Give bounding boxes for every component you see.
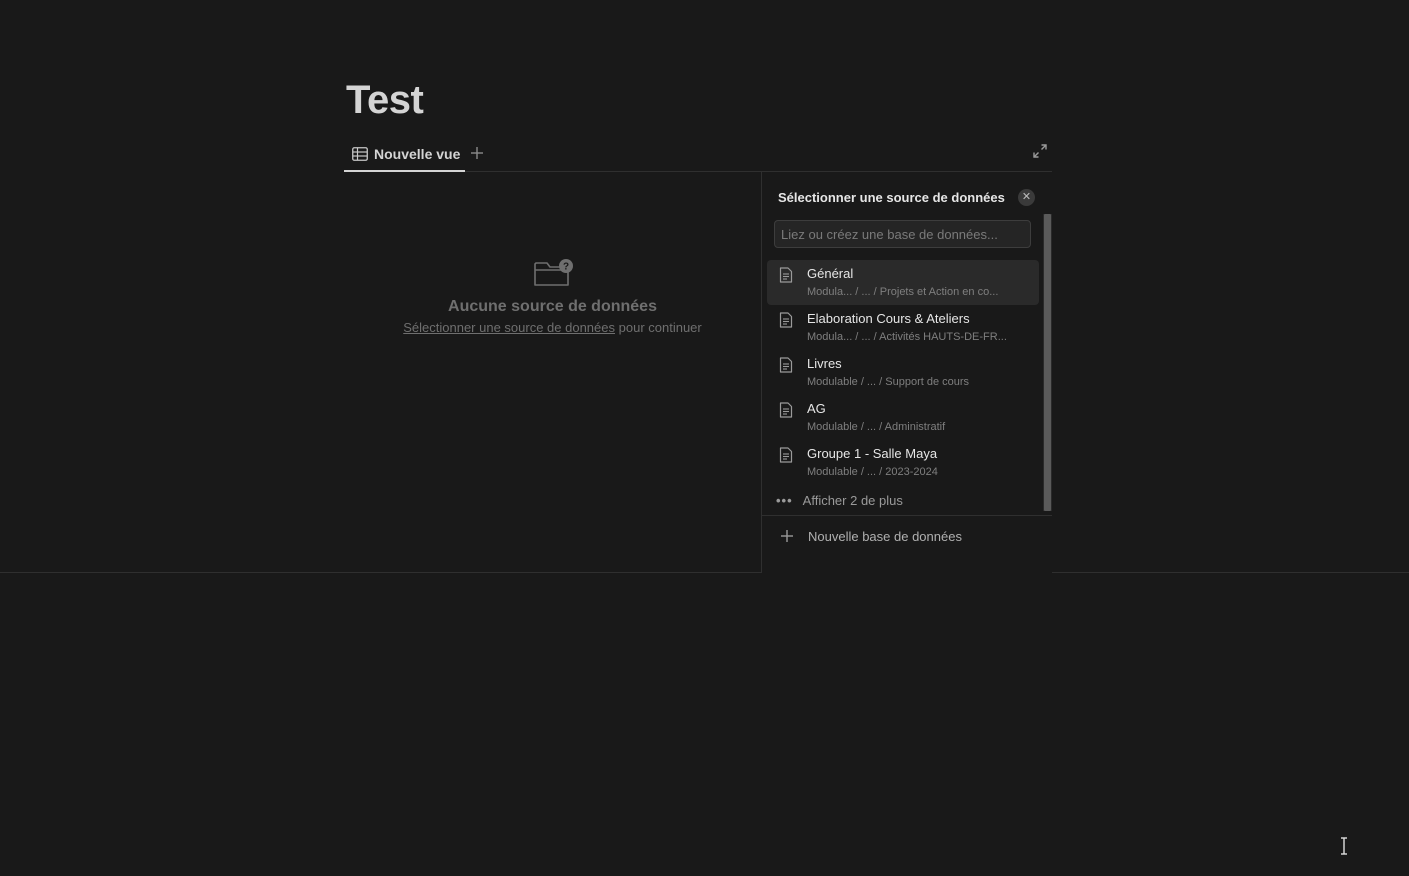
panel-title: Sélectionner une source de données (778, 190, 1005, 205)
empty-state-subtitle: Sélectionner une source de données pour … (344, 320, 761, 335)
empty-state-title: Aucune source de données (448, 298, 657, 315)
empty-state-suffix: pour continuer (618, 320, 702, 335)
folder-question-icon: ? (533, 259, 573, 286)
plus-icon (781, 530, 793, 542)
expand-button[interactable] (1032, 143, 1048, 159)
document-icon (779, 357, 793, 373)
document-icon (779, 402, 793, 418)
svg-text:?: ? (562, 262, 568, 273)
list-item[interactable]: AG Modulable / ... / Administratif (767, 395, 1039, 440)
database-list: Général Modula... / ... / Projets et Act… (767, 260, 1039, 485)
show-more-label: Afficher 2 de plus (802, 492, 903, 508)
database-path: Modulable / ... / 2023-2024 (807, 466, 938, 478)
list-item[interactable]: Général Modula... / ... / Projets et Act… (767, 260, 1039, 305)
database-path: Modula... / ... / Projets et Action en c… (807, 286, 999, 298)
close-icon: ✕ (1021, 191, 1032, 203)
search-input[interactable] (774, 220, 1031, 248)
show-more-button[interactable]: ••• Afficher 2 de plus (776, 490, 903, 510)
scrollbar[interactable] (1043, 214, 1052, 511)
database-path: Modulable / ... / Administratif (807, 421, 946, 433)
view-tab-bar: Nouvelle vue (344, 138, 1052, 172)
tab-nouvelle-vue[interactable]: Nouvelle vue (344, 138, 465, 172)
plus-icon (471, 147, 483, 159)
list-item[interactable]: Livres Modulable / ... / Support de cour… (767, 350, 1039, 395)
database-name: AG (807, 401, 826, 416)
document-icon (779, 447, 793, 463)
more-dots-icon: ••• (776, 492, 793, 508)
new-database-label: Nouvelle base de données (808, 528, 962, 544)
database-path: Modula... / ... / Activités HAUTS-DE-FR.… (807, 331, 1007, 343)
list-item[interactable]: Groupe 1 - Salle Maya Modulable / ... / … (767, 440, 1039, 485)
empty-state: ? Aucune source de données Sélectionner … (344, 258, 761, 335)
table-icon (352, 147, 368, 161)
text-cursor-icon (1341, 837, 1347, 855)
page-title[interactable]: Test (346, 76, 424, 124)
database-name: Général (807, 266, 854, 281)
select-source-link[interactable]: Sélectionner une source de données (403, 320, 615, 335)
add-view-button[interactable] (468, 143, 486, 163)
document-icon (779, 267, 793, 283)
database-path: Modulable / ... / Support de cours (807, 376, 970, 388)
scrollbar-thumb[interactable] (1044, 214, 1051, 511)
database-name: Groupe 1 - Salle Maya (807, 446, 938, 461)
list-item[interactable]: Elaboration Cours & Ateliers Modula... /… (767, 305, 1039, 350)
close-panel-button[interactable]: ✕ (1018, 189, 1035, 206)
new-database-button[interactable]: Nouvelle base de données (780, 526, 962, 546)
tab-label: Nouvelle vue (374, 146, 461, 162)
data-source-panel: Sélectionner une source de données ✕ Gén… (761, 172, 1052, 573)
expand-icon (1033, 144, 1047, 158)
document-icon (779, 312, 793, 328)
panel-divider (762, 515, 1052, 516)
database-name: Livres (807, 356, 842, 371)
database-name: Elaboration Cours & Ateliers (807, 311, 970, 326)
database-content-area (0, 172, 1409, 573)
